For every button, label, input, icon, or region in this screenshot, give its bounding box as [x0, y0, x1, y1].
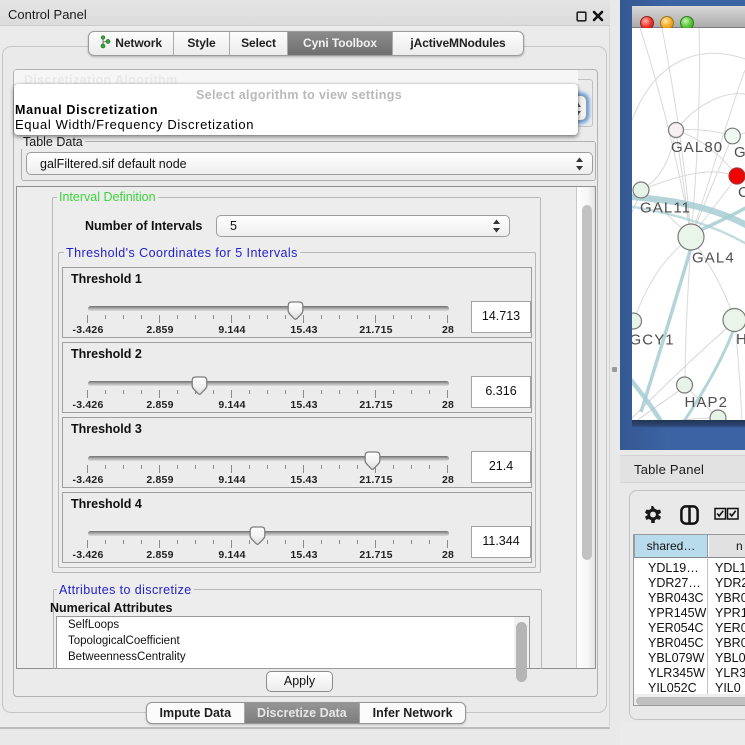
- svg-text:GAL11: GAL11: [640, 200, 691, 217]
- svg-text:GCY1: GCY1: [632, 332, 675, 349]
- svg-text:C: C: [738, 184, 745, 201]
- svg-text:GAL4: GAL4: [692, 250, 735, 267]
- svg-text:HAP2: HAP2: [685, 394, 729, 411]
- svg-text:G.: G.: [734, 144, 745, 161]
- svg-text:H: H: [736, 331, 745, 348]
- svg-text:GAL80: GAL80: [671, 139, 723, 156]
